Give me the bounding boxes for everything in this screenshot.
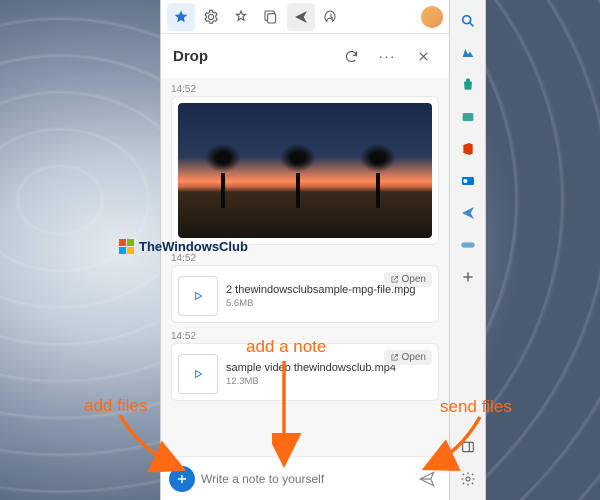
favorites-icon[interactable] — [167, 3, 195, 31]
add-sidebar-icon[interactable] — [457, 266, 479, 288]
note-input[interactable] — [201, 472, 407, 486]
brand-watermark: TheWindowsClub — [119, 239, 248, 254]
file-card[interactable]: Open 2 thewindowsclubsample-mpg-file.mpg… — [171, 265, 439, 323]
drop-feed: 14:52 Open 14:52 Open 2 thewindowsclubsa… — [161, 78, 449, 456]
send-toolbar-icon[interactable] — [287, 3, 315, 31]
open-button[interactable]: Open — [384, 350, 432, 365]
shopping-icon[interactable] — [457, 74, 479, 96]
close-button[interactable] — [409, 42, 437, 70]
file-size: 12.3MB — [226, 376, 432, 387]
panel-header: Drop ··· — [161, 34, 449, 78]
drop-icon[interactable] — [457, 202, 479, 224]
performance-icon[interactable] — [317, 3, 345, 31]
collections-icon[interactable] — [227, 3, 255, 31]
file-card[interactable]: Open sample video thewindowsclub.mp4 12.… — [171, 343, 439, 401]
top-toolbar — [161, 0, 449, 34]
send-button[interactable] — [413, 465, 441, 493]
settings-icon[interactable] — [197, 3, 225, 31]
timestamp: 14:52 — [171, 329, 439, 343]
video-thumb-icon — [178, 354, 218, 394]
tools-icon[interactable] — [457, 106, 479, 128]
copy-icon[interactable] — [257, 3, 285, 31]
refresh-button[interactable] — [337, 42, 365, 70]
panel-title: Drop — [173, 48, 329, 65]
games-icon[interactable] — [457, 234, 479, 256]
edge-sidebar — [450, 0, 486, 500]
timestamp: 14:52 — [171, 82, 439, 96]
image-preview — [178, 103, 432, 238]
open-button[interactable]: Open — [384, 272, 432, 287]
office-icon[interactable] — [457, 138, 479, 160]
more-button[interactable]: ··· — [373, 42, 401, 70]
image-card[interactable]: Open — [171, 96, 439, 245]
video-thumb-icon — [178, 276, 218, 316]
add-files-button[interactable] — [169, 466, 195, 492]
profile-avatar[interactable] — [421, 6, 443, 28]
settings-sidebar-icon[interactable] — [457, 468, 479, 490]
sidebar-toggle-icon[interactable] — [457, 436, 479, 458]
input-bar — [161, 456, 449, 500]
file-size: 5.6MB — [226, 298, 432, 309]
search-icon[interactable] — [457, 10, 479, 32]
discover-icon[interactable] — [457, 42, 479, 64]
outlook-icon[interactable] — [457, 170, 479, 192]
